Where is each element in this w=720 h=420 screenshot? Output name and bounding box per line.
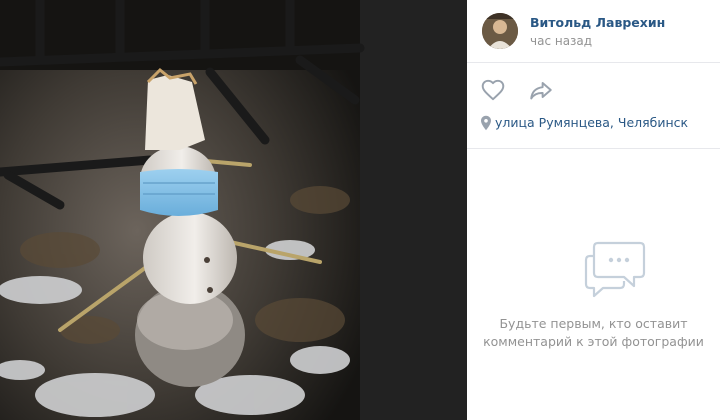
avatar[interactable] (482, 13, 518, 49)
heart-icon (481, 79, 505, 101)
photo[interactable] (0, 0, 467, 420)
empty-comments-text: Будьте первым, кто оставит комментарий к… (467, 315, 720, 351)
author-name[interactable]: Витольд Лаврехин (530, 15, 665, 30)
avatar-image (482, 13, 518, 49)
location-link[interactable]: улица Румянцева, Челябинск (480, 112, 688, 130)
empty-comments-line-1: Будьте первым, кто оставит (499, 316, 688, 331)
snowman-photo-image (0, 0, 365, 420)
comments-empty-state: Будьте первым, кто оставит комментарий к… (467, 148, 720, 420)
share-arrow-icon (530, 81, 552, 100)
post-time[interactable]: час назад (530, 34, 592, 48)
chat-bubble-icon (584, 241, 646, 298)
map-pin-icon (481, 115, 491, 130)
like-button[interactable] (480, 77, 506, 103)
location-text[interactable]: улица Румянцева, Челябинск (495, 115, 688, 130)
photo-sidebar: Витольд Лаврехин час назад улица Румянце… (467, 0, 720, 420)
photo-actions: улица Румянцева, Челябинск (467, 62, 720, 149)
share-button[interactable] (528, 77, 554, 103)
photo-viewer: Витольд Лаврехин час назад улица Румянце… (0, 0, 720, 420)
empty-comments-line-2: комментарий к этой фотографии (483, 334, 704, 349)
author-block: Витольд Лаврехин час назад (467, 0, 720, 63)
